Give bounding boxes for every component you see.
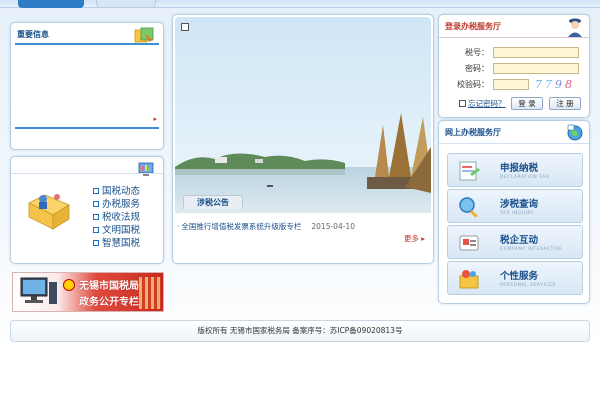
captcha-digit: 7 [535,78,545,91]
captcha-label: 校验码： [457,80,489,89]
link-tax-news[interactable]: 国税动态 [93,185,140,198]
notice-bullet-icon: · [177,222,180,231]
service-label: 个性服务 [500,271,539,282]
bullet-icon [93,188,99,194]
news-more-arrow-icon[interactable]: ▸ [153,115,157,123]
login-divider [439,37,589,38]
documents-icon [134,27,154,43]
link-tax-services[interactable]: 办税服务 [93,198,140,211]
service-sublabel: COMPANY INTERACTIVE [500,247,563,252]
captcha-digit: 9 [555,78,565,91]
globe-icon [567,124,583,141]
banner-subtitle: 政务公开专栏 [79,297,139,308]
login-panel: 登录办税服务厅 税号： 密码： 校验码： 7798 忘记密码？ 登 录 注 册 [438,14,590,118]
lake-scenery-image [175,17,431,213]
notice-item[interactable]: · 全国推行增值税发票系统升级版专栏 2015-04-10 [177,221,355,232]
lake-scenery-svg [175,17,431,213]
banner-title: 无锡市国税局 [79,281,139,292]
personal-service-icon [459,270,479,289]
register-button[interactable]: 注 册 [549,97,581,110]
service-personal-services[interactable]: 个性服务 PERSONAL SERVICES [447,261,583,295]
national-emblem-icon [63,279,75,291]
government-affairs-banner[interactable]: 无锡市国税局 政务公开专栏 [12,272,164,312]
more-notices-link[interactable]: 更多 ▸ [404,233,425,244]
tab-secondary[interactable] [96,0,156,8]
tab-tax-notices[interactable]: 涉税公告 [183,195,243,209]
login-button[interactable]: 登 录 [511,97,543,110]
captcha-digit: 7 [545,78,555,91]
service-label: 涉税查询 [500,199,539,210]
footer-divider [15,127,159,129]
tax-id-label: 税号： [465,48,489,57]
password-label: 密码： [465,64,489,73]
captcha-input[interactable] [493,79,529,90]
service-label: 申报纳税 [500,163,539,174]
interaction-icon [459,235,479,251]
tax-officer-avatar-icon [568,18,582,37]
service-company-interactive[interactable]: 税企互动 COMPANY INTERACTIVE [447,225,583,259]
links-divider [11,173,163,174]
bullet-icon [93,240,99,246]
monitor-chart-icon [138,162,154,176]
slideshow-indicator-icon[interactable] [181,23,189,31]
quick-links-panel: 国税动态 办税服务 税收法规 文明国税 智慧国税 [10,156,164,264]
online-services-panel: 网上办税服务厅 申报纳税 DECLARATION TAX 涉税查询 TAX IN… [438,120,590,304]
notice-date: 2015-04-10 [311,222,355,231]
checkbox-icon[interactable] [459,100,466,107]
inquiry-icon [459,197,478,218]
quick-links-list: 国税动态 办税服务 税收法规 文明国税 智慧国税 [93,185,140,250]
bullet-icon [93,227,99,233]
tax-id-input[interactable] [493,47,579,58]
login-actions: 忘记密码？ 登 录 注 册 [445,97,583,111]
tab-home[interactable] [18,0,84,8]
banner-decoration [139,277,161,309]
password-input[interactable] [493,63,579,74]
center-news-panel: 涉税公告 · 全国推行增值税发票系统升级版专栏 2015-04-10 更多 ▸ [172,14,434,264]
service-declaration-tax[interactable]: 申报纳税 DECLARATION TAX [447,153,583,187]
link-civilized-tax[interactable]: 文明国税 [93,224,140,237]
forgot-password-link[interactable]: 忘记密码？ [459,98,506,109]
service-sublabel: TAX INQUIRY [500,211,534,216]
service-label: 税企互动 [500,235,539,246]
bullet-icon [93,201,99,207]
declaration-icon [459,161,480,181]
service-sublabel: DECLARATION TAX [500,175,550,180]
services-divider [439,143,589,144]
copyright-footer: 版权所有 无锡市国家税务局 备案序号：苏ICP备09020813号 [10,320,590,342]
captcha-digit: 8 [565,78,575,91]
captcha-image[interactable]: 7798 [535,78,583,92]
link-tax-law[interactable]: 税收法规 [93,211,140,224]
notice-title: 全国推行增值税发票系统升级版专栏 [181,222,302,231]
service-sublabel: PERSONAL SERVICES [500,283,556,288]
link-smart-tax[interactable]: 智慧国税 [93,237,140,250]
bullet-icon [93,214,99,220]
service-tax-inquiry[interactable]: 涉税查询 TAX INQUIRY [447,189,583,223]
computer-icon [20,277,57,304]
top-tab-bar [0,0,600,8]
folder-user-icon [28,194,70,230]
header-divider [15,43,159,45]
important-info-panel: 重要信息 ▸ [10,22,164,150]
